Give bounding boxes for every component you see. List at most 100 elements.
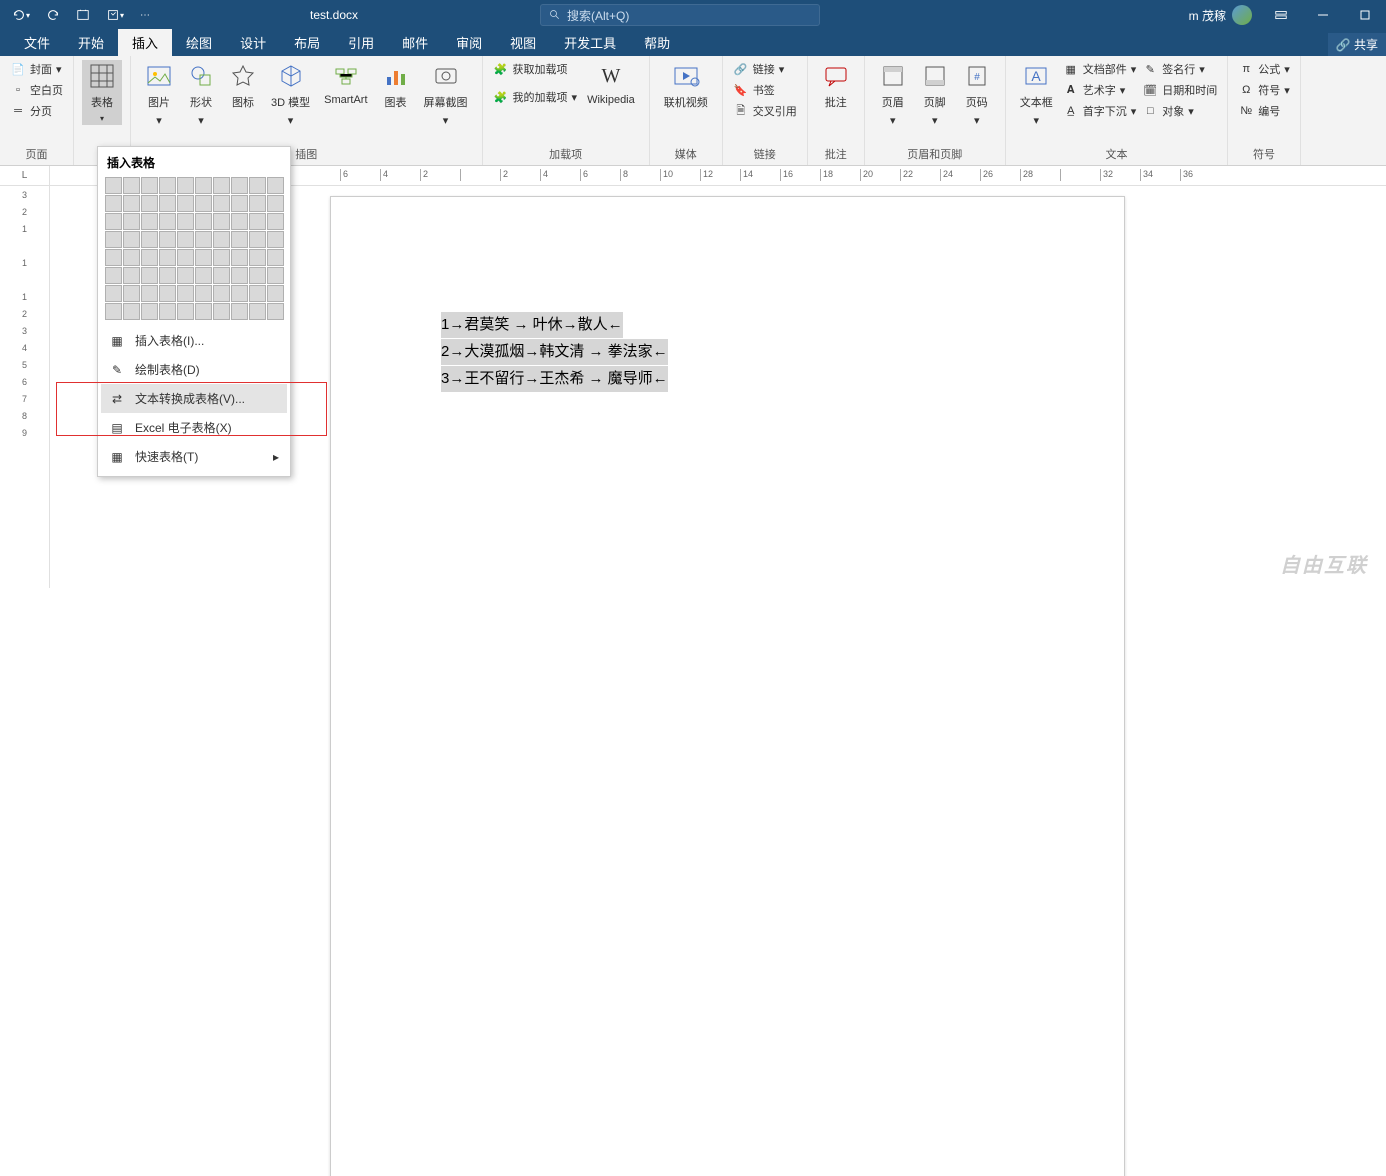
tab-references[interactable]: 引用 xyxy=(334,29,388,56)
grid-cell[interactable] xyxy=(141,249,158,266)
grid-cell[interactable] xyxy=(177,213,194,230)
icons-button[interactable]: 图标 xyxy=(223,60,263,112)
grid-cell[interactable] xyxy=(123,231,140,248)
3dmodel-button[interactable]: 3D 模型 ▾ xyxy=(265,60,316,129)
grid-cell[interactable] xyxy=(123,177,140,194)
grid-cell[interactable] xyxy=(249,177,266,194)
tab-view[interactable]: 视图 xyxy=(496,29,550,56)
header-button[interactable]: 页眉 ▾ xyxy=(873,60,913,129)
grid-cell[interactable] xyxy=(177,231,194,248)
tab-review[interactable]: 审阅 xyxy=(442,29,496,56)
datetime-button[interactable]: 🗓日期和时间 xyxy=(1140,81,1219,99)
smartart-button[interactable]: SmartArt xyxy=(318,60,373,108)
grid-cell[interactable] xyxy=(249,213,266,230)
grid-cell[interactable] xyxy=(105,177,122,194)
grid-cell[interactable] xyxy=(141,231,158,248)
grid-cell[interactable] xyxy=(123,213,140,230)
crossref-button[interactable]: 🗎交叉引用 xyxy=(731,102,799,120)
online-video-button[interactable]: 联机视频 xyxy=(658,60,714,112)
doc-line-3[interactable]: 3→王不留行→王杰希 → 魔导师← xyxy=(441,366,668,392)
tab-design[interactable]: 设计 xyxy=(226,29,280,56)
grid-cell[interactable] xyxy=(213,195,230,212)
wordart-button[interactable]: 𝐀艺术字 ▾ xyxy=(1061,81,1139,99)
menu-insert-table[interactable]: ▦插入表格(I)... xyxy=(101,326,287,355)
picture-button[interactable]: 图片 ▾ xyxy=(139,60,179,129)
grid-cell[interactable] xyxy=(105,303,122,320)
grid-cell[interactable] xyxy=(249,303,266,320)
chart-button[interactable]: 图表 xyxy=(376,60,416,112)
grid-cell[interactable] xyxy=(123,249,140,266)
grid-cell[interactable] xyxy=(213,285,230,302)
shapes-button[interactable]: 形状 ▾ xyxy=(181,60,221,129)
grid-cell[interactable] xyxy=(105,195,122,212)
grid-cell[interactable] xyxy=(213,177,230,194)
equation-button[interactable]: π公式 ▾ xyxy=(1236,60,1292,78)
grid-cell[interactable] xyxy=(213,267,230,284)
grid-cell[interactable] xyxy=(231,177,248,194)
grid-cell[interactable] xyxy=(141,267,158,284)
page[interactable]: 1→君莫笑 → 叶休→散人← 2→大漠孤烟→韩文清 → 拳法家← 3→王不留行→… xyxy=(330,196,1125,1176)
sigline-button[interactable]: ✎签名行 ▾ xyxy=(1140,60,1219,78)
vertical-ruler[interactable]: 3211123456789 xyxy=(0,186,50,588)
tab-home[interactable]: 开始 xyxy=(64,29,118,56)
footer-button[interactable]: 页脚 ▾ xyxy=(915,60,955,129)
maximize-button[interactable] xyxy=(1344,0,1386,30)
dropcap-button[interactable]: A̲首字下沉 ▾ xyxy=(1061,102,1139,120)
grid-cell[interactable] xyxy=(177,249,194,266)
grid-cell[interactable] xyxy=(231,303,248,320)
textbox-button[interactable]: A文本框 ▾ xyxy=(1014,60,1059,129)
grid-cell[interactable] xyxy=(195,213,212,230)
grid-cell[interactable] xyxy=(195,249,212,266)
grid-cell[interactable] xyxy=(177,267,194,284)
grid-cell[interactable] xyxy=(177,285,194,302)
qa-icon-2[interactable]: ▾ xyxy=(102,4,128,26)
grid-cell[interactable] xyxy=(159,267,176,284)
grid-cell[interactable] xyxy=(177,195,194,212)
grid-cell[interactable] xyxy=(213,231,230,248)
profile[interactable]: m 茂稼 xyxy=(1181,5,1260,25)
grid-cell[interactable] xyxy=(231,249,248,266)
grid-cell[interactable] xyxy=(195,285,212,302)
grid-cell[interactable] xyxy=(267,267,284,284)
grid-cell[interactable] xyxy=(141,195,158,212)
my-addins-button[interactable]: 🧩我的加载项 ▾ xyxy=(491,88,580,106)
table-button[interactable]: 表格▾ xyxy=(82,60,122,125)
grid-cell[interactable] xyxy=(195,303,212,320)
grid-cell[interactable] xyxy=(267,177,284,194)
grid-cell[interactable] xyxy=(105,249,122,266)
grid-cell[interactable] xyxy=(249,285,266,302)
grid-cell[interactable] xyxy=(159,303,176,320)
grid-cell[interactable] xyxy=(213,303,230,320)
document-content[interactable]: 1→君莫笑 → 叶休→散人← 2→大漠孤烟→韩文清 → 拳法家← 3→王不留行→… xyxy=(441,312,668,393)
grid-cell[interactable] xyxy=(123,267,140,284)
grid-cell[interactable] xyxy=(105,285,122,302)
grid-cell[interactable] xyxy=(195,195,212,212)
grid-cell[interactable] xyxy=(159,177,176,194)
doc-line-1[interactable]: 1→君莫笑 → 叶休→散人← xyxy=(441,312,623,338)
grid-cell[interactable] xyxy=(123,195,140,212)
wikipedia-button[interactable]: WWikipedia xyxy=(581,60,641,108)
grid-cell[interactable] xyxy=(159,285,176,302)
menu-quick-table[interactable]: ▦快速表格(T)▸ xyxy=(101,442,287,471)
ribbon-mode-button[interactable] xyxy=(1260,0,1302,30)
tab-layout[interactable]: 布局 xyxy=(280,29,334,56)
grid-cell[interactable] xyxy=(267,213,284,230)
grid-cell[interactable] xyxy=(231,285,248,302)
qa-more[interactable]: ⋯ xyxy=(136,6,154,25)
grid-cell[interactable] xyxy=(267,285,284,302)
grid-cell[interactable] xyxy=(267,195,284,212)
bookmark-button[interactable]: 🔖书签 xyxy=(731,81,799,99)
share-button[interactable]: 🔗 共享 xyxy=(1328,33,1386,56)
grid-cell[interactable] xyxy=(105,267,122,284)
grid-cell[interactable] xyxy=(267,249,284,266)
menu-excel-table[interactable]: ▤Excel 电子表格(X) xyxy=(101,413,287,442)
doc-line-2[interactable]: 2→大漠孤烟→韩文清 → 拳法家← xyxy=(441,339,668,365)
cover-page-button[interactable]: 📄封面 ▾ xyxy=(8,60,65,78)
menu-draw-table[interactable]: ✎绘制表格(D) xyxy=(101,355,287,384)
grid-cell[interactable] xyxy=(105,213,122,230)
redo-button[interactable] xyxy=(42,4,64,26)
grid-cell[interactable] xyxy=(159,195,176,212)
undo-button[interactable]: ▾ xyxy=(8,4,34,26)
table-size-grid[interactable] xyxy=(101,177,287,326)
grid-cell[interactable] xyxy=(249,249,266,266)
